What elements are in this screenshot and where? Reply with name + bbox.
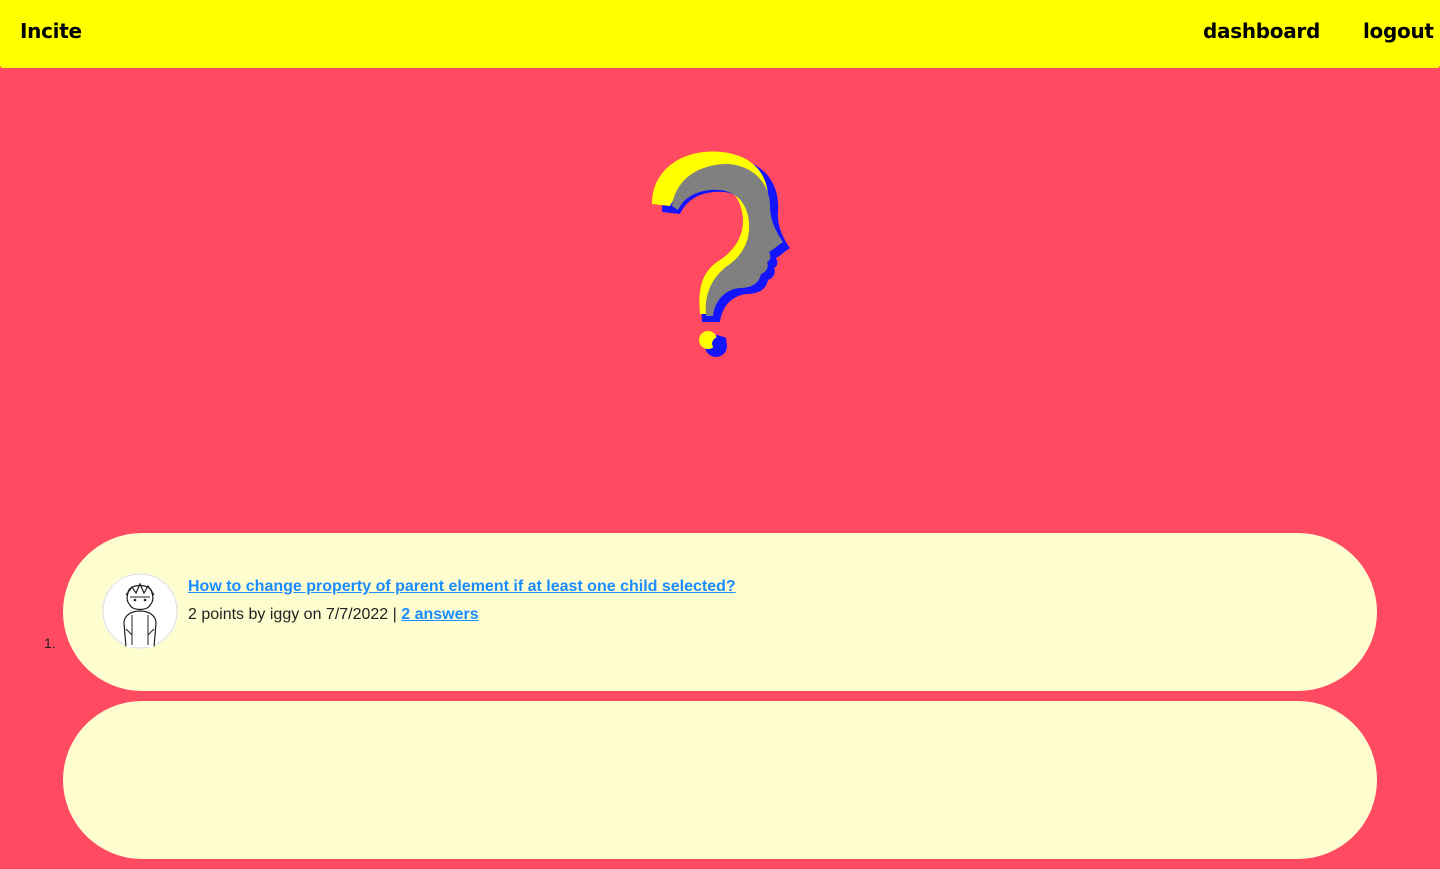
question-card: How to change property of parent element… [63,533,1377,691]
user-avatar-icon [102,573,178,649]
on-label: on [303,606,322,623]
top-navbar: Incite dashboard logout [0,0,1440,68]
question-list: 1. How to change property of parent elem… [0,533,1440,869]
meta-separator: | [392,606,397,623]
points-by-label: points by [201,606,266,623]
question-author: iggy [269,606,300,623]
question-points: 2 [188,606,197,623]
question-card [63,701,1377,859]
question-list-item [0,701,1440,859]
brand-link[interactable]: Incite [20,19,82,43]
question-list-item: 1. How to change property of parent elem… [0,533,1440,691]
question-date: 7/7/2022 [325,606,389,623]
dashboard-link[interactable]: dashboard [1203,19,1320,43]
question-title-link[interactable]: How to change property of parent element… [188,578,736,596]
avatar [102,573,178,649]
answers-link[interactable]: 2 answers [401,606,478,623]
item-number: 1. [44,635,56,651]
question-mark-head-icon [640,140,800,370]
question-meta: 2 points by iggy on 7/7/2022 | 2 answers [188,606,479,624]
logout-link[interactable]: logout [1363,19,1434,43]
